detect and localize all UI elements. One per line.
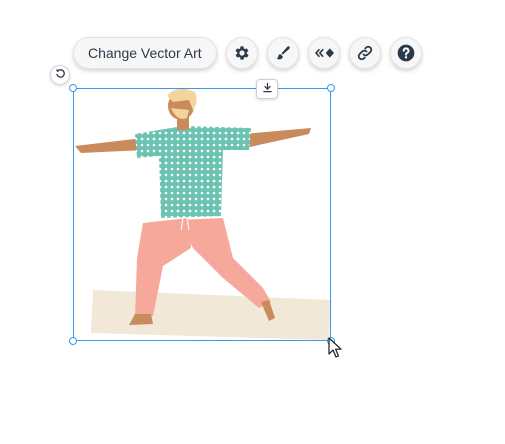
element-toolbar: Change Vector Art xyxy=(73,37,422,69)
link-button[interactable] xyxy=(348,37,381,69)
mouse-cursor-icon xyxy=(328,337,342,358)
resize-handle-top-right[interactable] xyxy=(327,84,335,92)
editor-canvas: Change Vector Art xyxy=(0,0,505,444)
rotate-handle[interactable] xyxy=(50,65,70,85)
download-icon xyxy=(262,80,273,98)
change-vector-art-button[interactable]: Change Vector Art xyxy=(73,37,217,69)
resize-handle-bottom-left[interactable] xyxy=(69,337,77,345)
question-icon xyxy=(396,43,416,63)
design-button[interactable] xyxy=(266,37,299,69)
resize-handle-top-left[interactable] xyxy=(69,84,77,92)
paintbrush-icon xyxy=(274,44,292,62)
gear-icon xyxy=(233,44,251,62)
animation-button[interactable] xyxy=(307,37,340,69)
rotate-icon xyxy=(55,66,66,84)
download-handle[interactable] xyxy=(256,79,278,99)
animation-icon xyxy=(314,45,334,61)
link-icon xyxy=(356,44,374,62)
settings-button[interactable] xyxy=(225,37,258,69)
selection-frame xyxy=(73,88,331,341)
help-button[interactable] xyxy=(389,37,422,69)
